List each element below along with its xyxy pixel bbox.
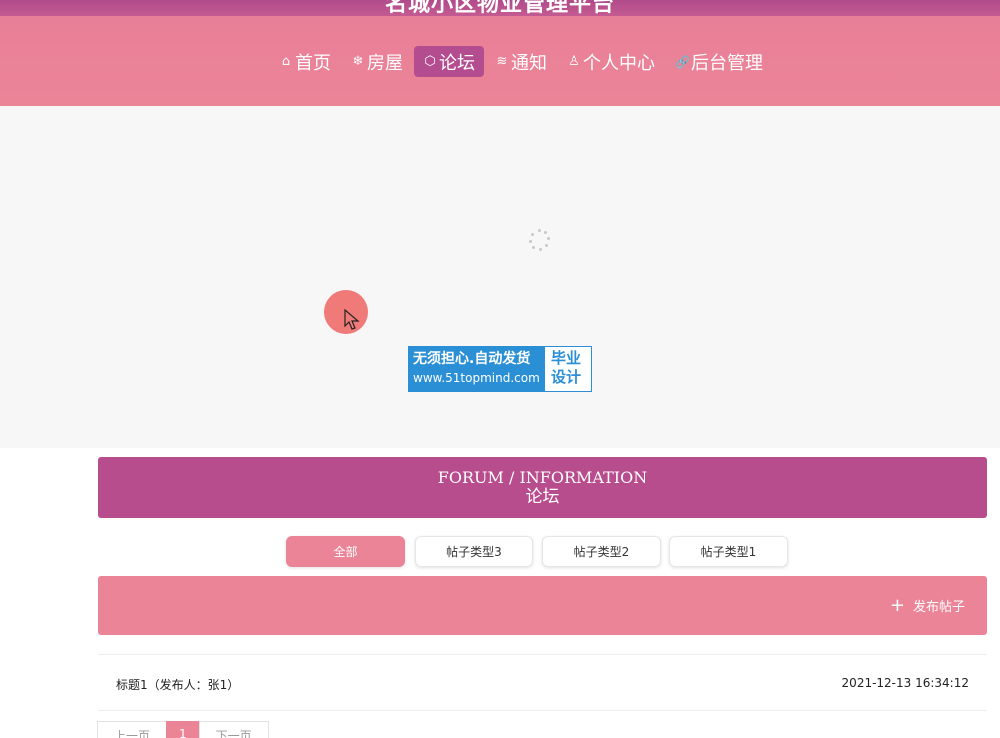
create-post-button[interactable]: + 发布帖子: [890, 596, 965, 615]
page-number-button[interactable]: 1: [166, 721, 200, 738]
post-title[interactable]: 标题1（发布人：张1）: [116, 676, 239, 693]
filter-all[interactable]: 全部: [286, 536, 405, 567]
nav-item-label: 通知: [511, 52, 547, 74]
plus-icon: +: [889, 594, 905, 616]
nav-item-label: 后台管理: [691, 52, 763, 74]
watermark-right: 毕业 设计: [545, 347, 591, 391]
home-icon: ⌂: [281, 54, 291, 69]
post-toolbar: + 发布帖子: [98, 576, 987, 635]
mouse-pointer-icon: [344, 309, 360, 330]
watermark-right-line2: 设计: [551, 368, 582, 386]
filter-type-2[interactable]: 帖子类型2: [542, 536, 661, 567]
list-item[interactable]: 标题1（发布人：张1） 2021-12-13 16:34:12: [98, 661, 987, 707]
filter-type-1[interactable]: 帖子类型1: [669, 536, 788, 567]
link-icon: 🔗: [675, 54, 690, 69]
loading-spinner-icon: [528, 229, 550, 251]
create-post-label: 发布帖子: [912, 600, 965, 615]
section-title-en: FORUM / INFORMATION: [437, 468, 648, 487]
watermark-line2: www.51topmind.com: [413, 371, 540, 385]
filter-type-3[interactable]: 帖子类型3: [415, 536, 533, 567]
banner-carousel[interactable]: [0, 106, 1000, 448]
watermark-left: 无须担心.自动发货 www.51topmind.com: [409, 347, 545, 391]
nav-item-admin[interactable]: 🔗 后台管理: [666, 46, 772, 77]
watermark-right-line1: 毕业: [551, 349, 582, 367]
nav-item-home[interactable]: ⌂ 首页: [270, 46, 340, 77]
cube-icon: ⬡: [424, 54, 436, 69]
nav-list: ⌂ 首页 ❄ 房屋 ⬡ 论坛 ≋ 通知 ♙ 个人中心 🔗 后台管理: [270, 46, 774, 77]
nav-item-notice[interactable]: ≋ 通知: [486, 46, 556, 77]
nav-item-label: 房屋: [367, 52, 403, 74]
nav-item-label: 论坛: [439, 52, 475, 74]
section-header: FORUM / INFORMATION 论坛: [98, 457, 987, 518]
watermark-line1: 无须担心.自动发货: [413, 351, 531, 367]
nav-item-profile[interactable]: ♙ 个人中心: [558, 46, 664, 77]
nav-bar: ⌂ 首页 ❄ 房屋 ⬡ 论坛 ≋ 通知 ♙ 个人中心 🔗 后台管理: [0, 16, 1000, 106]
nav-item-forum[interactable]: ⬡ 论坛: [414, 46, 484, 77]
title-bar: 名城小区物业管理平台: [0, 0, 1000, 16]
waves-icon: ≋: [496, 54, 508, 69]
nav-item-label: 首页: [295, 52, 331, 74]
post-time: 2021-12-13 16:34:12: [841, 676, 969, 690]
divider: [98, 710, 987, 711]
section-title-cn: 论坛: [525, 487, 560, 507]
prev-page-button[interactable]: 上一页: [97, 721, 168, 738]
nav-item-label: 个人中心: [583, 52, 655, 74]
site-title: 名城小区物业管理平台: [384, 0, 615, 16]
next-page-button[interactable]: 下一页: [198, 721, 269, 738]
divider: [98, 654, 987, 655]
watermark-badge: 无须担心.自动发货 www.51topmind.com 毕业 设计: [408, 346, 592, 392]
pagination: 上一页 1 下一页: [97, 721, 269, 738]
nav-item-house[interactable]: ❄ 房屋: [342, 46, 412, 77]
snowflake-icon: ❄: [352, 54, 364, 69]
user-icon: ♙: [568, 54, 580, 69]
